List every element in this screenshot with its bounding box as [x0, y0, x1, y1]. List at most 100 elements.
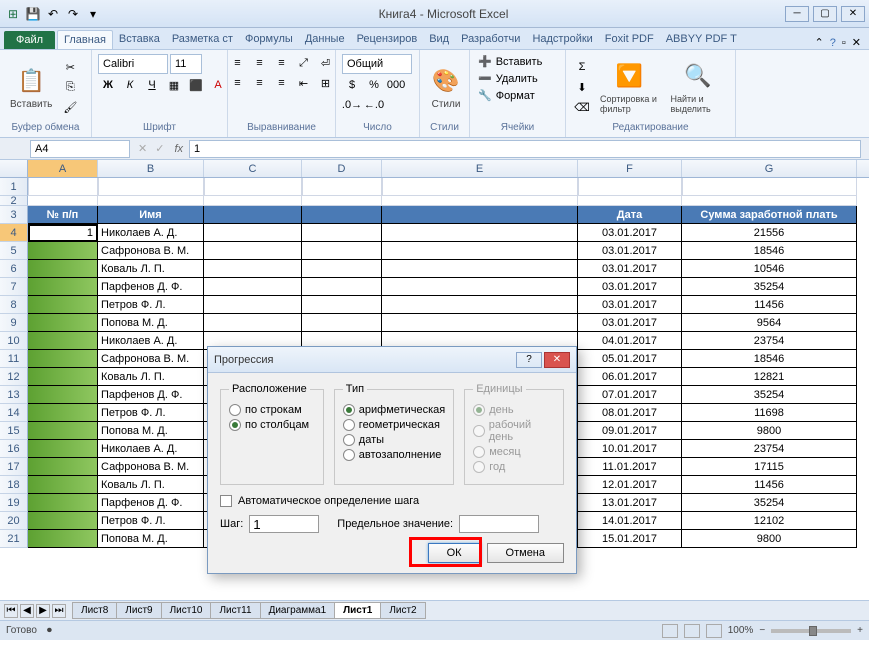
ribbon-tab-1[interactable]: Вставка — [113, 30, 166, 49]
cell-year[interactable] — [204, 314, 302, 332]
undo-icon[interactable]: ↶ — [44, 5, 62, 23]
cell-n[interactable] — [28, 512, 98, 530]
row-header-16[interactable]: 16 — [0, 440, 28, 458]
cell-n[interactable] — [28, 296, 98, 314]
row-header-3[interactable]: 3 — [0, 206, 28, 224]
sheet-nav-first-icon[interactable]: ⏮ — [4, 604, 18, 618]
cell[interactable] — [98, 196, 204, 206]
col-header-G[interactable]: G — [682, 160, 857, 177]
header-d[interactable] — [302, 206, 382, 224]
row-header-12[interactable]: 12 — [0, 368, 28, 386]
cell-date[interactable]: 07.01.2017 — [578, 386, 682, 404]
cell-date[interactable]: 08.01.2017 — [578, 404, 682, 422]
cell-n[interactable] — [28, 260, 98, 278]
cell[interactable] — [98, 178, 204, 196]
step-input[interactable] — [249, 515, 319, 533]
paste-button[interactable]: 📋 Вставить — [6, 63, 56, 112]
row-header-15[interactable]: 15 — [0, 422, 28, 440]
cell-name[interactable]: Николаев А. Д. — [98, 224, 204, 242]
save-icon[interactable]: 💾 — [24, 5, 42, 23]
cell-n[interactable] — [28, 368, 98, 386]
minimize-ribbon-icon[interactable]: ⌃ — [815, 36, 824, 49]
cell-name[interactable]: Сафронова В. М. — [98, 458, 204, 476]
font-color-button[interactable]: A — [208, 76, 228, 94]
close-workbook-icon[interactable]: ✕ — [852, 36, 861, 49]
cell-cat[interactable] — [382, 278, 578, 296]
cell-date[interactable]: 11.01.2017 — [578, 458, 682, 476]
by-rows-radio[interactable]: по строкам — [229, 404, 315, 416]
zoom-slider[interactable] — [771, 629, 851, 633]
ribbon-tab-9[interactable]: Foxit PDF — [599, 30, 660, 49]
decrease-decimal-icon[interactable]: ←.0 — [364, 96, 384, 114]
cell-n[interactable] — [28, 476, 98, 494]
row-header-2[interactable]: 2 — [0, 196, 28, 206]
col-header-E[interactable]: E — [382, 160, 578, 177]
cell-n[interactable] — [28, 422, 98, 440]
cell-date[interactable]: 04.01.2017 — [578, 332, 682, 350]
align-top-icon[interactable]: ≡ — [228, 54, 248, 72]
cell-date[interactable]: 15.01.2017 — [578, 530, 682, 548]
cell[interactable] — [302, 178, 382, 196]
col-header-B[interactable]: B — [98, 160, 204, 177]
minimize-button[interactable]: ─ — [785, 6, 809, 22]
cell-n[interactable] — [28, 278, 98, 296]
fill-icon[interactable]: ⬇ — [572, 78, 592, 96]
formula-input[interactable]: 1 — [189, 140, 861, 158]
name-box[interactable]: A4 — [30, 140, 130, 158]
font-name-combo[interactable]: Calibri — [98, 54, 168, 74]
cell-date[interactable]: 12.01.2017 — [578, 476, 682, 494]
cell-date[interactable]: 03.01.2017 — [578, 296, 682, 314]
sheet-tab[interactable]: Лист9 — [116, 602, 161, 619]
cell-sum[interactable]: 21556 — [682, 224, 857, 242]
cell-sum[interactable]: 11698 — [682, 404, 857, 422]
comma-icon[interactable]: 000 — [386, 76, 406, 94]
header-name[interactable]: Имя — [98, 206, 204, 224]
currency-icon[interactable]: $ — [342, 76, 362, 94]
restore-window-icon[interactable]: ▫ — [842, 37, 846, 49]
macro-record-icon[interactable]: ⏺ — [47, 625, 52, 636]
auto-detect-checkbox[interactable]: Автоматическое определение шага — [220, 495, 564, 507]
cell-date[interactable]: 06.01.2017 — [578, 368, 682, 386]
header-c[interactable] — [204, 206, 302, 224]
cell-sex[interactable] — [302, 224, 382, 242]
cell[interactable] — [204, 196, 302, 206]
cell-n[interactable] — [28, 386, 98, 404]
italic-button[interactable]: К — [120, 76, 140, 94]
type-geom-radio[interactable]: геометрическая — [343, 419, 445, 431]
cell-date[interactable]: 03.01.2017 — [578, 278, 682, 296]
increase-decimal-icon[interactable]: .0→ — [342, 96, 362, 114]
cell-name[interactable]: Парфенов Д. Ф. — [98, 278, 204, 296]
copy-icon[interactable]: ⎘ — [60, 78, 80, 96]
zoom-level[interactable]: 100% — [728, 625, 754, 636]
align-right-icon[interactable]: ≡ — [272, 74, 292, 92]
ribbon-tab-0[interactable]: Главная — [57, 30, 113, 49]
cell-n[interactable] — [28, 242, 98, 260]
col-header-C[interactable]: C — [204, 160, 302, 177]
cell-cat[interactable] — [382, 314, 578, 332]
qat-dropdown-icon[interactable]: ▾ — [84, 5, 102, 23]
find-select-button[interactable]: 🔍 Найти и выделить — [666, 58, 729, 116]
cell[interactable] — [382, 178, 578, 196]
cell-sex[interactable] — [302, 314, 382, 332]
cell-name[interactable]: Сафронова В. М. — [98, 242, 204, 260]
cell-cat[interactable] — [382, 296, 578, 314]
sheet-tab[interactable]: Лист1 — [334, 602, 381, 619]
format-painter-icon[interactable]: 🖌 — [60, 98, 80, 116]
sheet-tab[interactable]: Лист8 — [72, 602, 117, 619]
cell[interactable] — [28, 196, 98, 206]
cell-name[interactable]: Коваль Л. П. — [98, 476, 204, 494]
sheet-tab[interactable]: Лист11 — [210, 602, 260, 619]
cell-year[interactable] — [204, 224, 302, 242]
header-n[interactable]: № п/п — [28, 206, 98, 224]
enter-formula-icon[interactable]: ✓ — [151, 142, 168, 155]
cell[interactable] — [578, 196, 682, 206]
format-cells-button[interactable]: 🔧Формат — [476, 88, 537, 103]
cell-n[interactable] — [28, 314, 98, 332]
underline-button[interactable]: Ч — [142, 76, 162, 94]
row-header-13[interactable]: 13 — [0, 386, 28, 404]
dialog-close-button[interactable]: ✕ — [544, 352, 570, 368]
sheet-tab[interactable]: Лист2 — [380, 602, 425, 619]
cell-date[interactable]: 05.01.2017 — [578, 350, 682, 368]
cell-sex[interactable] — [302, 260, 382, 278]
cell-sum[interactable]: 35254 — [682, 494, 857, 512]
